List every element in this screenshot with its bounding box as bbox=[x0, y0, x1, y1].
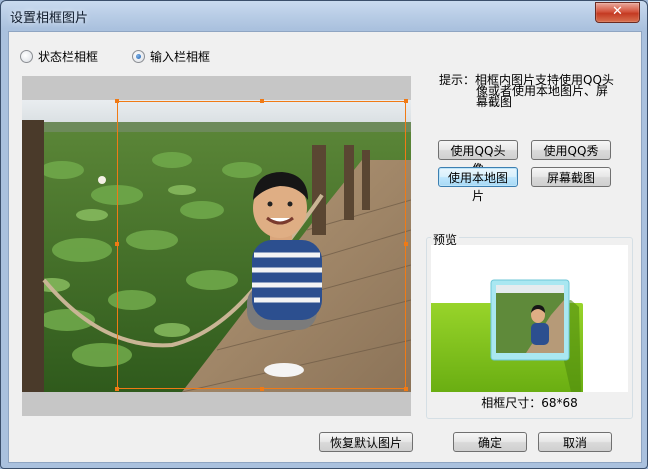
crop-handle-right[interactable] bbox=[404, 242, 408, 246]
dialog-window: 设置相框图片 ✕ 状态栏相框 输入栏相框 提示：相框内图片支持使用QQ头 像或者… bbox=[0, 0, 648, 469]
crop-handle-left[interactable] bbox=[115, 242, 119, 246]
dialog-client-area: 状态栏相框 输入栏相框 提示：相框内图片支持使用QQ头 像或者使用本地图片、屏 … bbox=[8, 31, 642, 463]
radio-status-bar-frame[interactable]: 状态栏相框 bbox=[20, 48, 98, 65]
window-title: 设置相框图片 bbox=[10, 11, 89, 26]
use-qq-show-button[interactable]: 使用QQ秀 bbox=[531, 140, 611, 160]
title-bar[interactable]: 设置相框图片 ✕ bbox=[1, 1, 647, 29]
radio-label: 输入栏相框 bbox=[150, 50, 211, 64]
use-local-image-button[interactable]: 使用本地图片 bbox=[438, 167, 518, 203]
radio-label: 状态栏相框 bbox=[38, 50, 99, 64]
hint-line-3: 幕截图 bbox=[476, 95, 513, 109]
radio-button-circle[interactable] bbox=[132, 50, 145, 63]
hint-line-2: 像或者使用本地图片、屏 bbox=[476, 84, 609, 98]
close-button[interactable]: ✕ bbox=[595, 2, 640, 23]
crop-handle-top-left[interactable] bbox=[115, 99, 119, 103]
use-qq-avatar-button[interactable]: 使用QQ头像 bbox=[438, 140, 518, 176]
preview-image bbox=[431, 245, 628, 392]
crop-handle-bottom-left[interactable] bbox=[115, 387, 119, 391]
screenshot-button[interactable]: 屏幕截图 bbox=[531, 167, 611, 187]
hint-text: 提示：相框内图片支持使用QQ头 像或者使用本地图片、屏 幕截图 bbox=[439, 74, 619, 109]
crop-handle-bottom-right[interactable] bbox=[404, 387, 408, 391]
crop-selection-box[interactable] bbox=[115, 99, 408, 391]
restore-default-image-button[interactable]: 恢复默认图片 bbox=[319, 432, 413, 452]
preview-area bbox=[431, 245, 628, 392]
ok-button[interactable]: 确定 bbox=[453, 432, 527, 452]
image-crop-editor[interactable] bbox=[22, 76, 411, 416]
close-icon: ✕ bbox=[612, 4, 623, 19]
crop-handle-bottom[interactable] bbox=[260, 387, 264, 391]
radio-input-bar-frame[interactable]: 输入栏相框 bbox=[132, 48, 210, 65]
radio-button-circle[interactable] bbox=[20, 50, 33, 63]
cancel-button[interactable]: 取消 bbox=[538, 432, 612, 452]
crop-handle-top[interactable] bbox=[260, 99, 264, 103]
crop-handle-top-right[interactable] bbox=[404, 99, 408, 103]
frame-size-text: 相框尺寸：68*68 bbox=[481, 396, 578, 410]
preview-group: 预览 相框尺寸：68*68 bbox=[426, 231, 633, 419]
